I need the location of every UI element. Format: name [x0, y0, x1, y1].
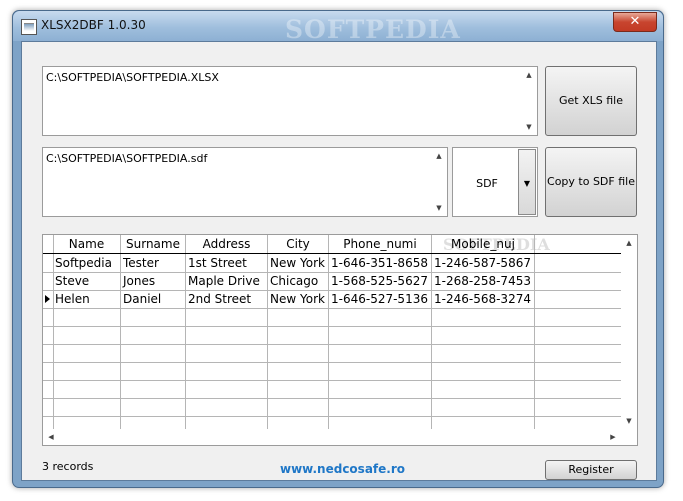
grid-header-row: Name Surname Address City Phone_numi Mob…	[43, 235, 621, 254]
cell-phone[interactable]: 1-646-527-5136	[329, 290, 432, 308]
table-row[interactable]: Helen Daniel 2nd Street New York 1-646-5…	[43, 290, 621, 309]
column-header-phone[interactable]: Phone_numi	[329, 235, 432, 253]
column-header-city[interactable]: City	[268, 235, 329, 253]
cell-mobile[interactable]: 1-246-568-3274	[432, 290, 535, 308]
records-count: 3 records	[42, 460, 94, 473]
scroll-down-icon[interactable]: ▼	[431, 200, 447, 216]
format-select[interactable]: SDF ▼	[452, 147, 538, 217]
scroll-up-icon[interactable]: ▲	[431, 148, 447, 164]
scroll-left-icon[interactable]: ◀	[43, 429, 59, 445]
cell-empty	[535, 254, 621, 272]
scroll-down-icon[interactable]: ▼	[521, 119, 537, 135]
column-header-name[interactable]: Name	[53, 235, 121, 253]
cell-empty	[535, 272, 621, 290]
xls-path-field[interactable]: C:\SOFTPEDIA\SOFTPEDIA.XLSX ▲ ▼	[42, 66, 538, 136]
cell-mobile[interactable]: 1-246-587-5867	[432, 254, 535, 272]
scroll-up-icon[interactable]: ▲	[521, 67, 537, 83]
cell-city[interactable]: New York	[268, 254, 329, 272]
xls-path-text: C:\SOFTPEDIA\SOFTPEDIA.XLSX	[46, 71, 219, 84]
register-button[interactable]: Register	[545, 460, 637, 480]
cell-city[interactable]: New York	[268, 290, 329, 308]
cell-surname[interactable]: Daniel	[121, 290, 186, 308]
xls-path-scrollbar[interactable]: ▲ ▼	[521, 67, 537, 135]
close-button[interactable]: ✕	[613, 12, 657, 32]
scroll-down-icon[interactable]: ▼	[621, 413, 637, 429]
grid-vertical-scrollbar[interactable]: ▲ ▼	[621, 235, 637, 429]
website-link[interactable]: www.nedcosafe.ro	[280, 462, 405, 476]
output-path-field[interactable]: C:\SOFTPEDIA\SOFTPEDIA.sdf ▲ ▼	[42, 147, 448, 217]
cell-mobile[interactable]: 1-268-258-7453	[432, 272, 535, 290]
cell-surname[interactable]: Tester	[121, 254, 186, 272]
column-header-surname[interactable]: Surname	[121, 235, 186, 253]
table-row[interactable]: Softpedia Tester 1st Street New York 1-6…	[43, 254, 621, 273]
cell-name[interactable]: Steve	[53, 272, 121, 290]
current-row-pointer-icon	[45, 295, 50, 303]
cell-phone[interactable]: 1-568-525-5627	[329, 272, 432, 290]
cell-phone[interactable]: 1-646-351-8658	[329, 254, 432, 272]
empty-row	[43, 380, 621, 399]
cell-address[interactable]: 2nd Street	[186, 290, 268, 308]
client-area: C:\SOFTPEDIA\SOFTPEDIA.XLSX ▲ ▼ Get XLS …	[21, 41, 657, 481]
cell-surname[interactable]: Jones	[121, 272, 186, 290]
data-grid[interactable]: SOFTPEDIA Name Surname Address City Phon…	[42, 234, 638, 446]
cell-address[interactable]: Maple Drive	[186, 272, 268, 290]
cell-city[interactable]: Chicago	[268, 272, 329, 290]
empty-row	[43, 398, 621, 417]
cell-name[interactable]: Softpedia	[53, 254, 121, 272]
format-select-value: SDF	[476, 177, 498, 190]
softpedia-watermark: SOFTPEDIA	[285, 15, 461, 44]
chevron-down-icon[interactable]: ▼	[518, 149, 536, 215]
table-row[interactable]: Steve Jones Maple Drive Chicago 1-568-52…	[43, 272, 621, 291]
column-header-empty	[535, 235, 621, 253]
scroll-up-icon[interactable]: ▲	[621, 235, 637, 251]
empty-row	[43, 344, 621, 363]
copy-to-sdf-button[interactable]: Copy to SDF file	[545, 147, 637, 217]
close-icon: ✕	[629, 14, 641, 29]
grid-horizontal-scrollbar[interactable]: ◀ ▶	[43, 429, 621, 445]
cell-name[interactable]: Helen	[53, 290, 121, 308]
empty-row	[43, 326, 621, 345]
column-header-mobile[interactable]: Mobile_nuj	[432, 235, 535, 253]
empty-row	[43, 308, 621, 327]
cell-empty	[535, 290, 621, 308]
scroll-right-icon[interactable]: ▶	[605, 429, 621, 445]
title-bar[interactable]: XLSX2DBF 1.0.30 SOFTPEDIA ✕	[13, 11, 663, 44]
output-path-scrollbar[interactable]: ▲ ▼	[431, 148, 447, 216]
get-xls-button[interactable]: Get XLS file	[545, 66, 637, 136]
app-window: XLSX2DBF 1.0.30 SOFTPEDIA ✕ C:\SOFTPEDIA…	[12, 10, 664, 488]
output-path-text: C:\SOFTPEDIA\SOFTPEDIA.sdf	[46, 152, 208, 165]
window-title: XLSX2DBF 1.0.30	[41, 18, 146, 32]
column-header-address[interactable]: Address	[186, 235, 268, 253]
empty-row	[43, 362, 621, 381]
app-icon	[21, 19, 37, 35]
cell-address[interactable]: 1st Street	[186, 254, 268, 272]
